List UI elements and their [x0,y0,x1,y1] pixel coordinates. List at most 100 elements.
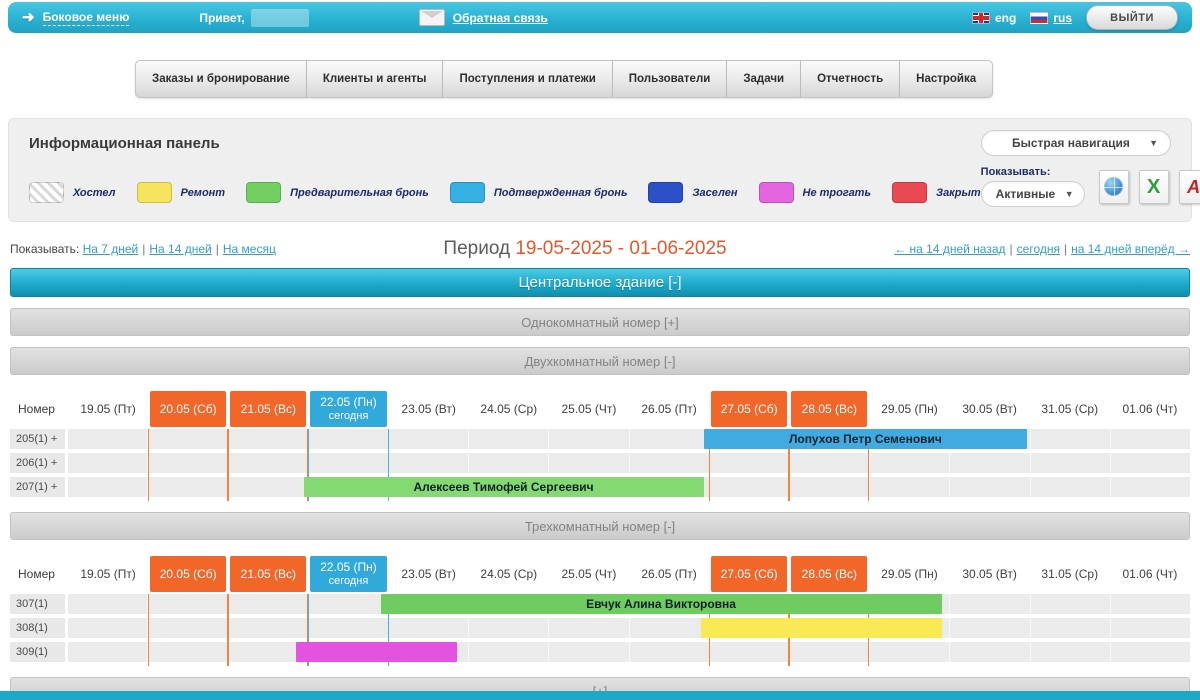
day-cell[interactable] [228,429,308,449]
day-cell[interactable] [389,453,469,473]
day-cell[interactable] [630,642,710,662]
day-cell[interactable] [549,618,629,638]
room-label[interactable]: 206(1) + [10,453,65,473]
day-cell[interactable] [228,453,308,473]
room-type-bar[interactable]: Трехкомнатный номер [-] [10,512,1190,540]
day-cell[interactable] [1031,453,1111,473]
day-cell[interactable] [309,453,389,473]
range-month-link[interactable]: На месяц [223,242,276,256]
day-cell[interactable] [1111,477,1190,497]
day-cell[interactable] [1031,594,1111,614]
day-cell[interactable] [870,642,950,662]
room-label[interactable]: 207(1) + [10,477,65,497]
day-cell[interactable] [469,618,549,638]
nav-tab[interactable]: Настройка [900,60,993,98]
day-cell[interactable] [1111,594,1190,614]
pdf-export-icon[interactable]: A [1179,170,1200,204]
day-cell[interactable] [710,453,790,473]
forward-14-days-link[interactable]: на 14 дней вперёд → [1071,242,1190,256]
back-14-days-link[interactable]: ← на 14 дней назад [894,242,1005,256]
day-cell[interactable] [469,429,549,449]
day-cell[interactable] [950,453,1030,473]
day-cell[interactable] [1111,453,1190,473]
day-cell[interactable] [790,453,870,473]
day-cell[interactable] [148,453,228,473]
day-cell[interactable] [1111,642,1190,662]
day-cell[interactable] [389,429,469,449]
booking-bar[interactable] [296,642,456,662]
day-cell[interactable] [1111,429,1190,449]
range-14-days-link[interactable]: На 14 дней [149,242,211,256]
room-label[interactable]: 309(1) [10,642,65,662]
booking-bar[interactable]: Лопухов Петр Семенович [704,429,1028,449]
lang-eng[interactable]: eng [972,11,1016,25]
day-cell[interactable] [68,642,148,662]
booking-bar[interactable]: Алексеев Тимофей Сергеевич [304,477,704,497]
day-cell[interactable] [630,429,710,449]
nav-tab[interactable]: Поступления и платежи [443,60,612,98]
room-type-bar[interactable]: Однокомнатный номер [+] [10,308,1190,336]
feedback-link[interactable]: Обратная связь [453,11,548,25]
day-cell[interactable] [1031,477,1111,497]
day-cell[interactable] [68,429,148,449]
quick-nav-select[interactable]: Быстрая навигация ▼ [981,130,1171,156]
day-cell[interactable] [870,477,950,497]
day-cell[interactable] [549,429,629,449]
day-cell[interactable] [309,594,389,614]
day-cell[interactable] [950,642,1030,662]
building-bar[interactable]: Центральное здание [-] [10,268,1190,297]
active-filter-select[interactable]: Активные ▼ [981,181,1085,207]
booking-bar[interactable] [701,618,941,638]
today-link[interactable]: сегодня [1017,242,1060,256]
room-label[interactable]: 307(1) [10,594,65,614]
day-cell[interactable] [469,453,549,473]
day-cell[interactable] [950,618,1030,638]
day-cell[interactable] [309,618,389,638]
room-label[interactable]: 308(1) [10,618,65,638]
day-cell[interactable] [630,453,710,473]
lang-rus[interactable]: rus [1030,11,1072,25]
day-cell[interactable] [148,618,228,638]
day-cell[interactable] [228,594,308,614]
day-cell[interactable] [68,477,148,497]
room-type-bar[interactable]: Двухкомнатный номер [-] [10,347,1190,375]
day-cell[interactable] [950,594,1030,614]
range-7-days-link[interactable]: На 7 дней [83,242,139,256]
day-cell[interactable] [870,453,950,473]
day-cell[interactable] [1031,642,1111,662]
room-label[interactable]: 205(1) + [10,429,65,449]
day-cell[interactable] [68,594,148,614]
day-cell[interactable] [68,453,148,473]
day-cell[interactable] [710,642,790,662]
day-cell[interactable] [228,477,308,497]
day-cell[interactable] [68,618,148,638]
day-cell[interactable] [790,642,870,662]
day-cell[interactable] [950,477,1030,497]
day-cell[interactable] [549,453,629,473]
nav-tab[interactable]: Заказы и бронирование [135,60,307,98]
day-cell[interactable] [389,618,469,638]
nav-tab[interactable]: Клиенты и агенты [307,60,444,98]
excel-export-icon[interactable]: X [1139,170,1169,204]
day-cell[interactable] [1111,618,1190,638]
day-cell[interactable] [309,429,389,449]
day-cell[interactable] [469,642,549,662]
nav-tab[interactable]: Отчетность [801,60,900,98]
day-cell[interactable] [228,618,308,638]
day-cell[interactable] [630,618,710,638]
nav-tab[interactable]: Пользователи [613,60,728,98]
web-export-icon[interactable] [1099,170,1129,204]
logout-button[interactable]: выйти [1086,5,1178,30]
day-cell[interactable] [710,477,790,497]
day-cell[interactable] [549,642,629,662]
day-cell[interactable] [1031,618,1111,638]
booking-bar[interactable]: Евчук Алина Викторовна [381,594,942,614]
day-cell[interactable] [148,477,228,497]
nav-tab[interactable]: Задачи [727,60,801,98]
day-cell[interactable] [1031,429,1111,449]
day-cell[interactable] [148,594,228,614]
day-cell[interactable] [148,429,228,449]
side-menu-link[interactable]: Боковое меню [43,10,130,26]
day-cell[interactable] [790,477,870,497]
day-cell[interactable] [148,642,228,662]
